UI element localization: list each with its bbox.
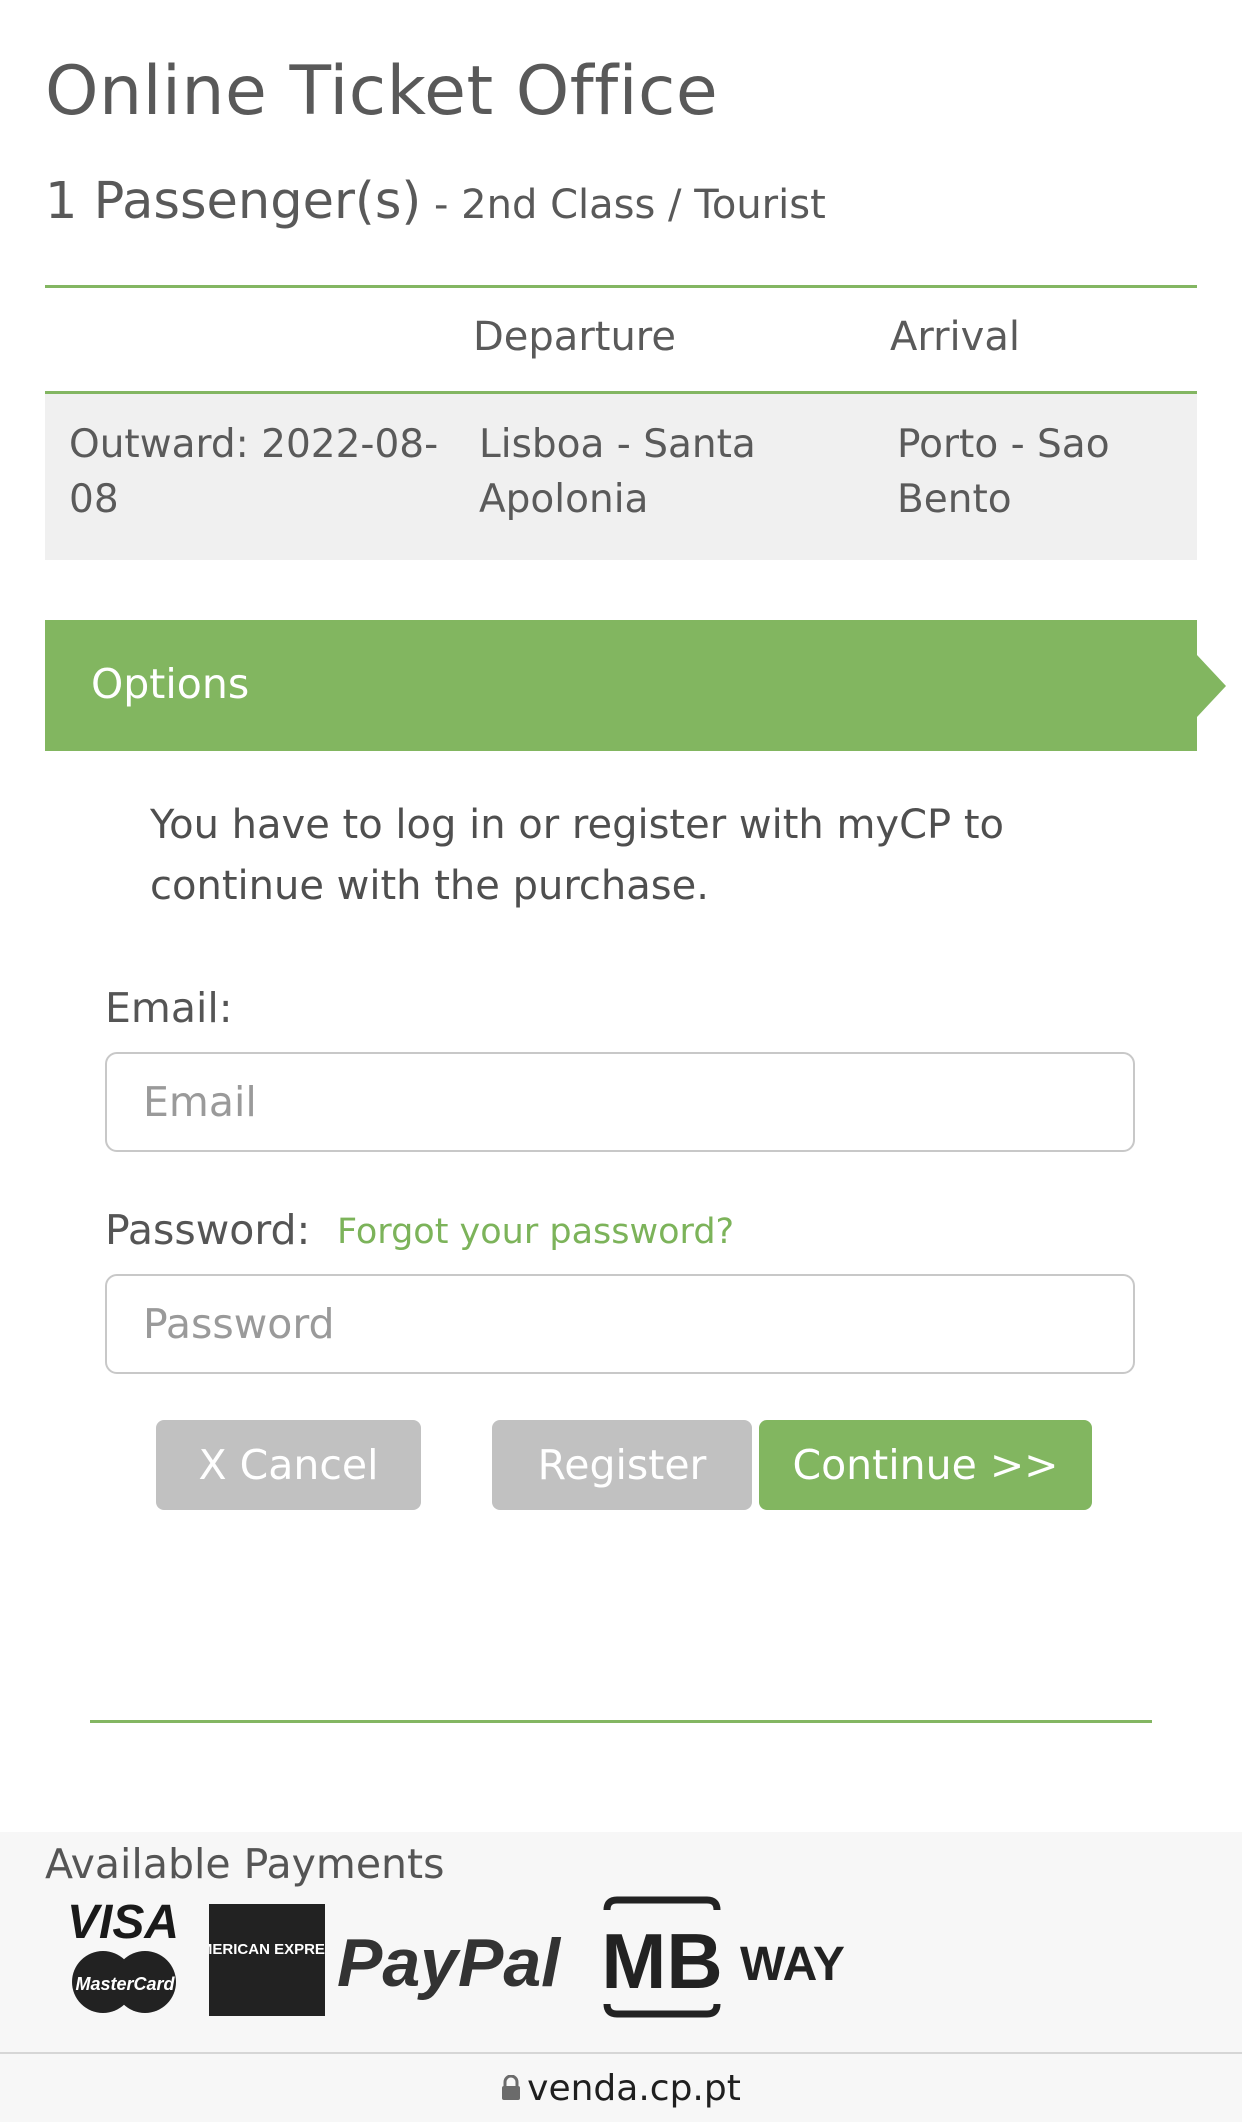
- mb-way-logo: MB: [601, 1896, 723, 2018]
- email-label: Email:: [105, 984, 233, 1032]
- travel-class: - 2nd Class / Tourist: [421, 182, 826, 228]
- column-arrival: Arrival: [890, 314, 1020, 360]
- svg-text:MasterCard: MasterCard: [75, 1974, 175, 1994]
- column-departure: Departure: [473, 314, 676, 360]
- trip-table: Departure Arrival Outward: 2022-08-08 Li…: [45, 285, 1197, 560]
- register-button[interactable]: Register: [492, 1420, 752, 1510]
- svg-text:AMERICAN EXPRESS: AMERICAN EXPRESS: [209, 1941, 325, 1958]
- options-arrow-icon: [1197, 655, 1226, 717]
- forgot-password-link[interactable]: Forgot your password?: [337, 1212, 734, 1252]
- password-label: Password:: [105, 1206, 311, 1254]
- password-field[interactable]: [105, 1274, 1135, 1374]
- svg-text:PayPal: PayPal: [337, 1925, 562, 2001]
- amex-logo: AMERICAN EXPRESS: [209, 1904, 325, 2016]
- login-notice: You have to log in or register with myCP…: [150, 802, 1005, 909]
- trip-arrival-cell: Porto - Sao Bento: [897, 422, 1110, 522]
- table-row: Outward: 2022-08-08 Lisboa - Santa Apolo…: [45, 394, 1197, 560]
- browser-url-bar[interactable]: venda.cp.pt: [0, 2052, 1242, 2122]
- continue-button[interactable]: Continue >>: [759, 1420, 1092, 1510]
- lock-icon: [502, 2075, 521, 2100]
- payments-title: Available Payments: [45, 1840, 445, 1888]
- options-header: Options: [45, 620, 1197, 751]
- svg-text:VISA: VISA: [67, 1896, 179, 1949]
- trip-date-cell: Outward: 2022-08-08: [69, 422, 439, 522]
- passenger-count: 1 Passenger(s): [45, 172, 422, 231]
- payments-section: Available Payments VISA MasterCard AMERI…: [0, 1832, 1242, 2052]
- trip-departure-cell: Lisboa - Santa Apolonia: [479, 422, 756, 522]
- way-logo: WAY: [740, 1938, 845, 1991]
- cancel-button[interactable]: X Cancel: [156, 1420, 421, 1510]
- svg-text:WAY: WAY: [740, 1938, 845, 1991]
- options-title: Options: [91, 660, 250, 708]
- url-text: venda.cp.pt: [527, 2067, 741, 2109]
- paypal-logo: PayPal: [337, 1925, 562, 2001]
- email-field[interactable]: [105, 1052, 1135, 1152]
- section-divider: [90, 1720, 1152, 1723]
- passenger-summary: 1 Passenger(s) - 2nd Class / Tourist: [45, 172, 826, 231]
- svg-text:MB: MB: [601, 1917, 722, 2005]
- trip-table-header: Departure Arrival: [45, 285, 1197, 394]
- page-title: Online Ticket Office: [45, 52, 719, 131]
- visa-mastercard-logo: VISA MasterCard: [67, 1896, 179, 2013]
